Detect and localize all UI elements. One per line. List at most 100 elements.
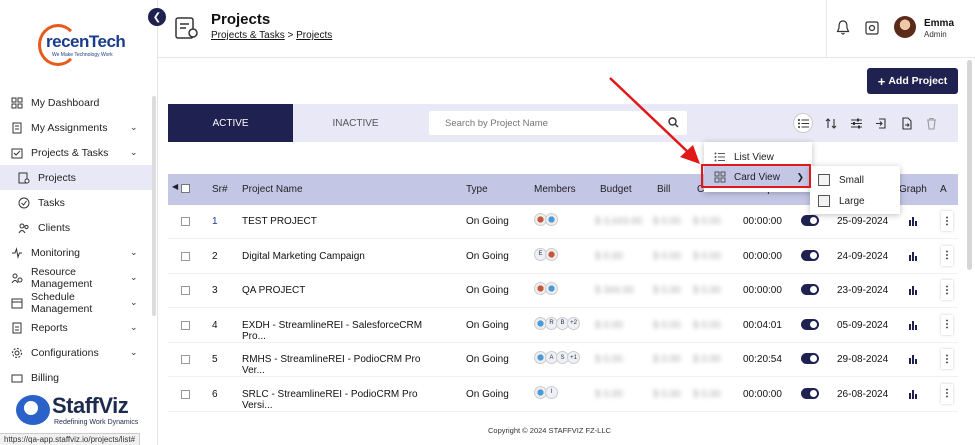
member-avatar[interactable]	[545, 213, 558, 226]
view-toggle-button[interactable]	[793, 113, 813, 133]
member-avatar[interactable]	[545, 247, 558, 261]
sidebar-item-my-dashboard[interactable]: My Dashboard	[0, 90, 152, 115]
project-type: On Going	[466, 285, 509, 296]
row-actions-kebab-icon[interactable]: ⋮	[941, 383, 953, 404]
staffviz-logo-icon	[16, 395, 50, 425]
chevron-down-icon[interactable]: ⌄	[130, 347, 140, 358]
user-name[interactable]: Emma	[924, 18, 954, 29]
chevron-down-icon[interactable]: ⌄	[130, 322, 140, 333]
row-serial: 3	[212, 285, 218, 296]
sidebar-scrollbar[interactable]	[152, 96, 156, 316]
collapse-sidebar-button[interactable]: ❮	[148, 8, 166, 26]
table-row[interactable]: 2 Digital Marketing Campaign On Going E $ 0.…	[168, 240, 958, 274]
project-type: On Going	[466, 216, 509, 227]
project-name-link[interactable]: TEST PROJECT	[242, 216, 442, 227]
status-toggle[interactable]	[801, 387, 819, 399]
time-spent-value: 00:00:00	[743, 216, 782, 227]
project-type: On Going	[466, 319, 509, 331]
tab-inactive[interactable]: INACTIVE	[293, 104, 418, 142]
row-checkbox[interactable]	[181, 217, 190, 226]
sidebar-item-projects-tasks[interactable]: Projects & Tasks ⌄	[0, 140, 152, 165]
bar-chart-icon[interactable]	[908, 216, 918, 226]
sidebar-item-billing[interactable]: Billing	[0, 365, 152, 390]
row-serial: 1	[212, 216, 218, 227]
sidebar-item-monitoring[interactable]: Monitoring ⌄	[0, 240, 152, 265]
row-checkbox[interactable]	[181, 251, 190, 261]
cost-value: $ 0.00	[693, 388, 721, 400]
time-spent-value: 00:00:00	[743, 250, 782, 262]
member-avatar[interactable]: I	[545, 385, 558, 399]
sidebar-item-projects[interactable]: Projects	[0, 165, 152, 190]
status-toggle[interactable]	[801, 284, 819, 295]
table-row[interactable]: 4 EXDH - StreamlineREI - SalesforceCRM Pr…	[168, 309, 958, 343]
chevron-down-icon[interactable]: ⌄	[130, 122, 140, 133]
filter-sliders-icon	[850, 118, 862, 128]
budget-value: $ 0.00	[595, 319, 623, 331]
export-button[interactable]	[899, 116, 913, 130]
table-row[interactable]: 5 RMHS - StreamlineREI - PodioCRM Pro Ver…	[168, 343, 958, 377]
bill-value: $ 0.00	[653, 354, 681, 365]
bar-chart-icon[interactable]	[908, 354, 918, 364]
row-actions-kebab-icon[interactable]: ⋮	[941, 211, 953, 231]
project-name-link[interactable]: Digital Marketing Campaign	[242, 251, 442, 262]
breadcrumb-projects-tasks[interactable]: Projects & Tasks	[211, 30, 285, 41]
row-actions-kebab-icon[interactable]: ⋮	[941, 245, 953, 266]
filter-button[interactable]	[849, 116, 863, 130]
status-toggle[interactable]	[801, 249, 819, 261]
chevron-down-icon[interactable]: ⌄	[130, 147, 140, 158]
project-name-link[interactable]: SRLC - StreamlineREI - PodioCRM Pro Vers…	[242, 389, 442, 411]
table-row[interactable]: 3 QA PROJECT On Going $ 344.00 $ 0.00 $ 0.00 0…	[168, 274, 958, 308]
user-avatar[interactable]	[894, 16, 916, 38]
sidebar-item-my-assignments[interactable]: My Assignments ⌄	[0, 115, 152, 140]
sidebar-item-configurations[interactable]: Configurations ⌄	[0, 340, 152, 365]
company-logo[interactable]: recenTech We Make Technology Work	[38, 24, 126, 66]
table-row[interactable]: 6 SRLC - StreamlineREI - PodioCRM Pro Ver…	[168, 378, 958, 412]
member-avatar[interactable]: +1	[567, 351, 580, 364]
row-actions-kebab-icon[interactable]: ⋮	[941, 349, 953, 369]
status-toggle[interactable]	[801, 215, 819, 226]
row-checkbox[interactable]	[181, 389, 190, 399]
chevron-down-icon[interactable]: ⌄	[130, 297, 140, 308]
project-name-link[interactable]: RMHS - StreamlineREI - PodioCRM Pro Ver.…	[242, 354, 442, 376]
bar-chart-icon[interactable]	[908, 389, 918, 399]
row-checkbox[interactable]	[181, 355, 190, 364]
dashboard-icon	[11, 97, 23, 108]
page-scrollbar[interactable]	[967, 60, 972, 270]
member-avatar[interactable]	[545, 282, 558, 295]
project-date: 05-09-2024	[837, 319, 889, 331]
time-tracker-icon[interactable]	[865, 20, 879, 36]
card-size-small-option[interactable]: Small	[810, 169, 900, 191]
delete-button[interactable]	[924, 116, 938, 130]
row-checkbox[interactable]	[181, 320, 190, 330]
row-actions-kebab-icon[interactable]: ⋮	[941, 314, 953, 335]
chevron-down-icon[interactable]: ⌄	[130, 247, 140, 258]
project-date: 26-08-2024	[837, 388, 889, 400]
tab-active[interactable]: ACTIVE	[168, 104, 293, 142]
member-avatar[interactable]: +2	[567, 316, 580, 330]
project-name-link[interactable]: EXDH - StreamlineREI - SalesforceCRM Pro…	[242, 320, 442, 342]
sidebar-item-reports[interactable]: Reports ⌄	[0, 315, 152, 340]
breadcrumb-projects[interactable]: Projects	[296, 30, 332, 41]
status-toggle[interactable]	[801, 353, 819, 364]
project-name-link[interactable]: QA PROJECT	[242, 285, 442, 296]
notification-bell-icon[interactable]	[836, 20, 850, 36]
chevron-down-icon[interactable]: ⌄	[130, 272, 140, 283]
scroll-left-icon[interactable]: ◀	[172, 182, 178, 191]
add-project-button[interactable]: + Add Project	[867, 68, 958, 94]
sidebar-item-tasks[interactable]: Tasks	[0, 190, 152, 215]
sidebar-item-resource-management[interactable]: Resource Management ⌄	[0, 265, 152, 290]
sidebar-item-schedule-management[interactable]: Schedule Management ⌄	[0, 290, 152, 315]
status-toggle[interactable]	[801, 318, 819, 330]
bar-chart-icon[interactable]	[908, 320, 918, 330]
row-actions-kebab-icon[interactable]: ⋮	[941, 280, 953, 300]
project-date: 24-09-2024	[837, 250, 889, 262]
import-button[interactable]	[874, 116, 888, 130]
sort-button[interactable]	[824, 116, 838, 130]
sidebar-item-clients[interactable]: Clients	[0, 215, 152, 240]
bar-chart-icon[interactable]	[908, 251, 918, 261]
row-checkbox[interactable]	[181, 286, 190, 295]
row-serial: 2	[212, 250, 218, 262]
bar-chart-icon[interactable]	[908, 285, 918, 295]
select-all-checkbox[interactable]	[181, 184, 190, 193]
card-size-large-option[interactable]: Large	[810, 190, 900, 212]
